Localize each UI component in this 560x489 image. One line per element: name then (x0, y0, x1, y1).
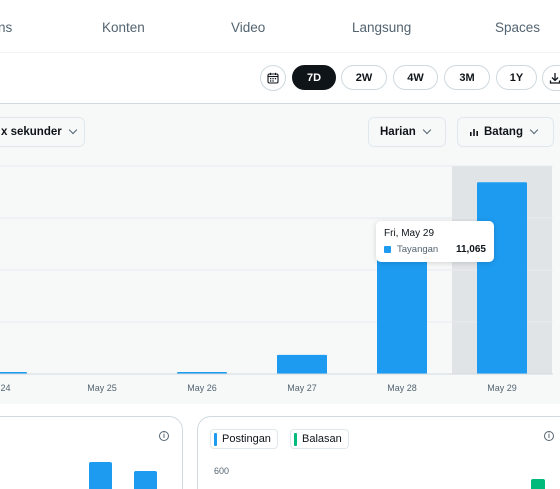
chart-type-label: Batang (484, 126, 523, 138)
range-3m-button[interactable]: 3M (444, 65, 490, 90)
range-4w-button[interactable]: 4W (393, 65, 438, 90)
x-tick-label: May 27 (287, 383, 317, 393)
interval-label: Harian (380, 126, 416, 138)
mini-bar (531, 479, 545, 489)
legend-swatch (214, 432, 217, 446)
legend-balasan-label: Balasan (302, 433, 342, 445)
tab-impressions[interactable]: ns (0, 20, 12, 35)
chevron-down-icon (529, 125, 539, 135)
chart-bar (277, 354, 327, 374)
tooltip-series-label: Tayangan (397, 244, 439, 255)
info-icon[interactable]: i (159, 431, 169, 441)
tooltip-series-swatch (384, 246, 391, 253)
interval-dropdown[interactable]: Harian (368, 117, 446, 147)
x-tick-label: May 25 (87, 383, 117, 393)
mini-bar (134, 471, 157, 489)
chevron-down-icon (422, 125, 432, 135)
range-2w-button[interactable]: 2W (341, 65, 387, 90)
top-tabs: ns Konten Video Langsung Spaces (0, 0, 560, 53)
legend-balasan[interactable]: Balasan (290, 429, 349, 449)
legend-swatch (294, 432, 297, 446)
tab-video[interactable]: Video (231, 20, 265, 35)
posts-card: i (0, 416, 183, 489)
x-tick-label: May 28 (387, 383, 417, 393)
range-7d-button[interactable]: 7D (292, 65, 336, 90)
mini-bar (89, 462, 112, 489)
y-axis-tick: 600 (214, 466, 230, 476)
tooltip-value: 11,065 (455, 244, 486, 255)
chart-tooltip: Fri, May 29 Tayangan 11,065 (376, 221, 494, 262)
download-button[interactable] (542, 65, 560, 91)
tab-konten[interactable]: Konten (102, 20, 145, 35)
x-tick-label: May 26 (187, 383, 217, 393)
range-1y-button[interactable]: 1Y (496, 65, 537, 90)
tab-langsung[interactable]: Langsung (352, 20, 411, 35)
range-toolbar: 7D 2W 4W 3M 1Y (0, 53, 560, 104)
chart-bar (477, 182, 527, 374)
tab-spaces[interactable]: Spaces (495, 20, 540, 35)
metric-filter-label: x sekunder (1, 126, 62, 138)
info-icon[interactable]: i (544, 431, 554, 441)
metric-filter-dropdown[interactable]: x sekunder (0, 117, 85, 147)
x-tick-label: May 29 (487, 383, 517, 393)
legend-postingan-label: Postingan (222, 433, 271, 445)
tooltip-date: Fri, May 29 (384, 228, 435, 239)
chevron-down-icon (68, 125, 77, 135)
calendar-button[interactable] (260, 65, 286, 91)
x-tick-label: y 24 (0, 383, 11, 393)
bar-chart-icon (470, 129, 478, 136)
legend-postingan[interactable]: Postingan (210, 429, 278, 449)
download-icon (549, 73, 560, 84)
posts-replies-card: Postingan Balasan i 600 (197, 416, 560, 489)
chart-panel: y 24 May 25 May 26 May 27 May 28 May 29 x sek… (0, 104, 560, 404)
chart-type-dropdown[interactable]: Batang (457, 117, 554, 147)
calendar-icon (267, 72, 279, 84)
